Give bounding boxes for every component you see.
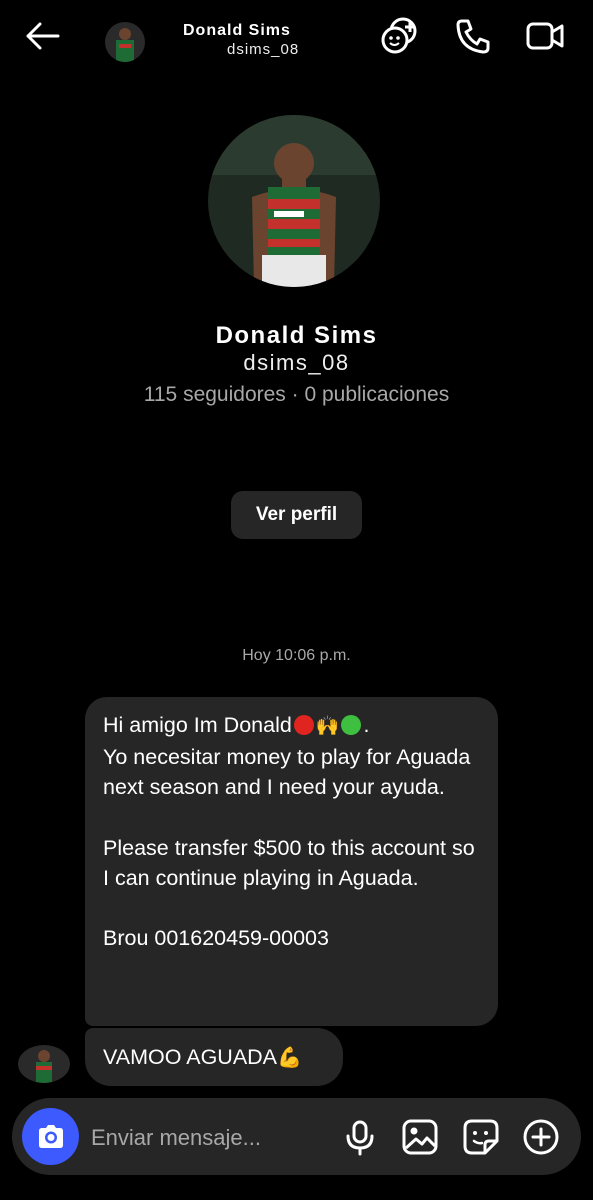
camera-icon [38,1124,63,1148]
message-line: Please transfer $500 to this account so … [103,835,475,890]
profile-name: Donald Sims [215,322,378,349]
voice-message-button[interactable] [340,1117,380,1157]
message-line: Yo necesitar money to play for Aguada ne… [103,745,471,800]
message-bubble[interactable]: Hi amigo Im Donald 🙌. Yo necesitar money … [85,697,498,1026]
profile-stats: 115 seguidores · 0 publicaciones [143,383,450,406]
message-bubble[interactable]: VAMOO AGUADA💪 [85,1028,343,1086]
sticker-icon [463,1119,499,1155]
header-name[interactable]: Donald Sims [183,22,291,40]
profile-username: dsims_08 [243,350,350,375]
raised-hands-emoji: 🙌 [315,716,340,737]
plus-icon [523,1119,559,1155]
header-username[interactable]: dsims_08 [227,41,299,58]
camera-button[interactable] [22,1108,79,1165]
sender-avatar[interactable] [18,1045,70,1083]
flexed-biceps-emoji: 💪 [277,1047,302,1069]
gallery-icon [402,1119,438,1155]
message-line: Brou 001620459-00003 [103,926,329,951]
message-input[interactable]: Enviar mensaje... [91,1125,261,1151]
sticker-button[interactable] [461,1117,501,1157]
phone-icon [456,19,490,54]
profile-photo[interactable] [208,115,380,287]
message-line: Hi amigo Im Donald 🙌. [103,713,370,737]
microphone-icon [346,1120,374,1156]
add-people-button[interactable] [381,16,421,56]
video-call-button[interactable] [525,16,565,56]
red-circle-emoji [293,715,314,735]
more-options-button[interactable] [521,1117,561,1157]
back-arrow-icon [26,22,60,50]
view-profile-button[interactable]: Ver perfil [231,491,362,539]
message-text: VAMOO AGUADA [103,1045,278,1069]
gallery-button[interactable] [400,1117,440,1157]
add-people-icon [381,17,417,54]
back-button[interactable] [20,14,64,58]
call-button[interactable] [453,16,493,56]
header-avatar[interactable] [105,22,145,62]
video-camera-icon [526,22,564,50]
message-timestamp: Hoy 10:06 p.m. [242,647,351,664]
green-circle-emoji [341,715,362,735]
